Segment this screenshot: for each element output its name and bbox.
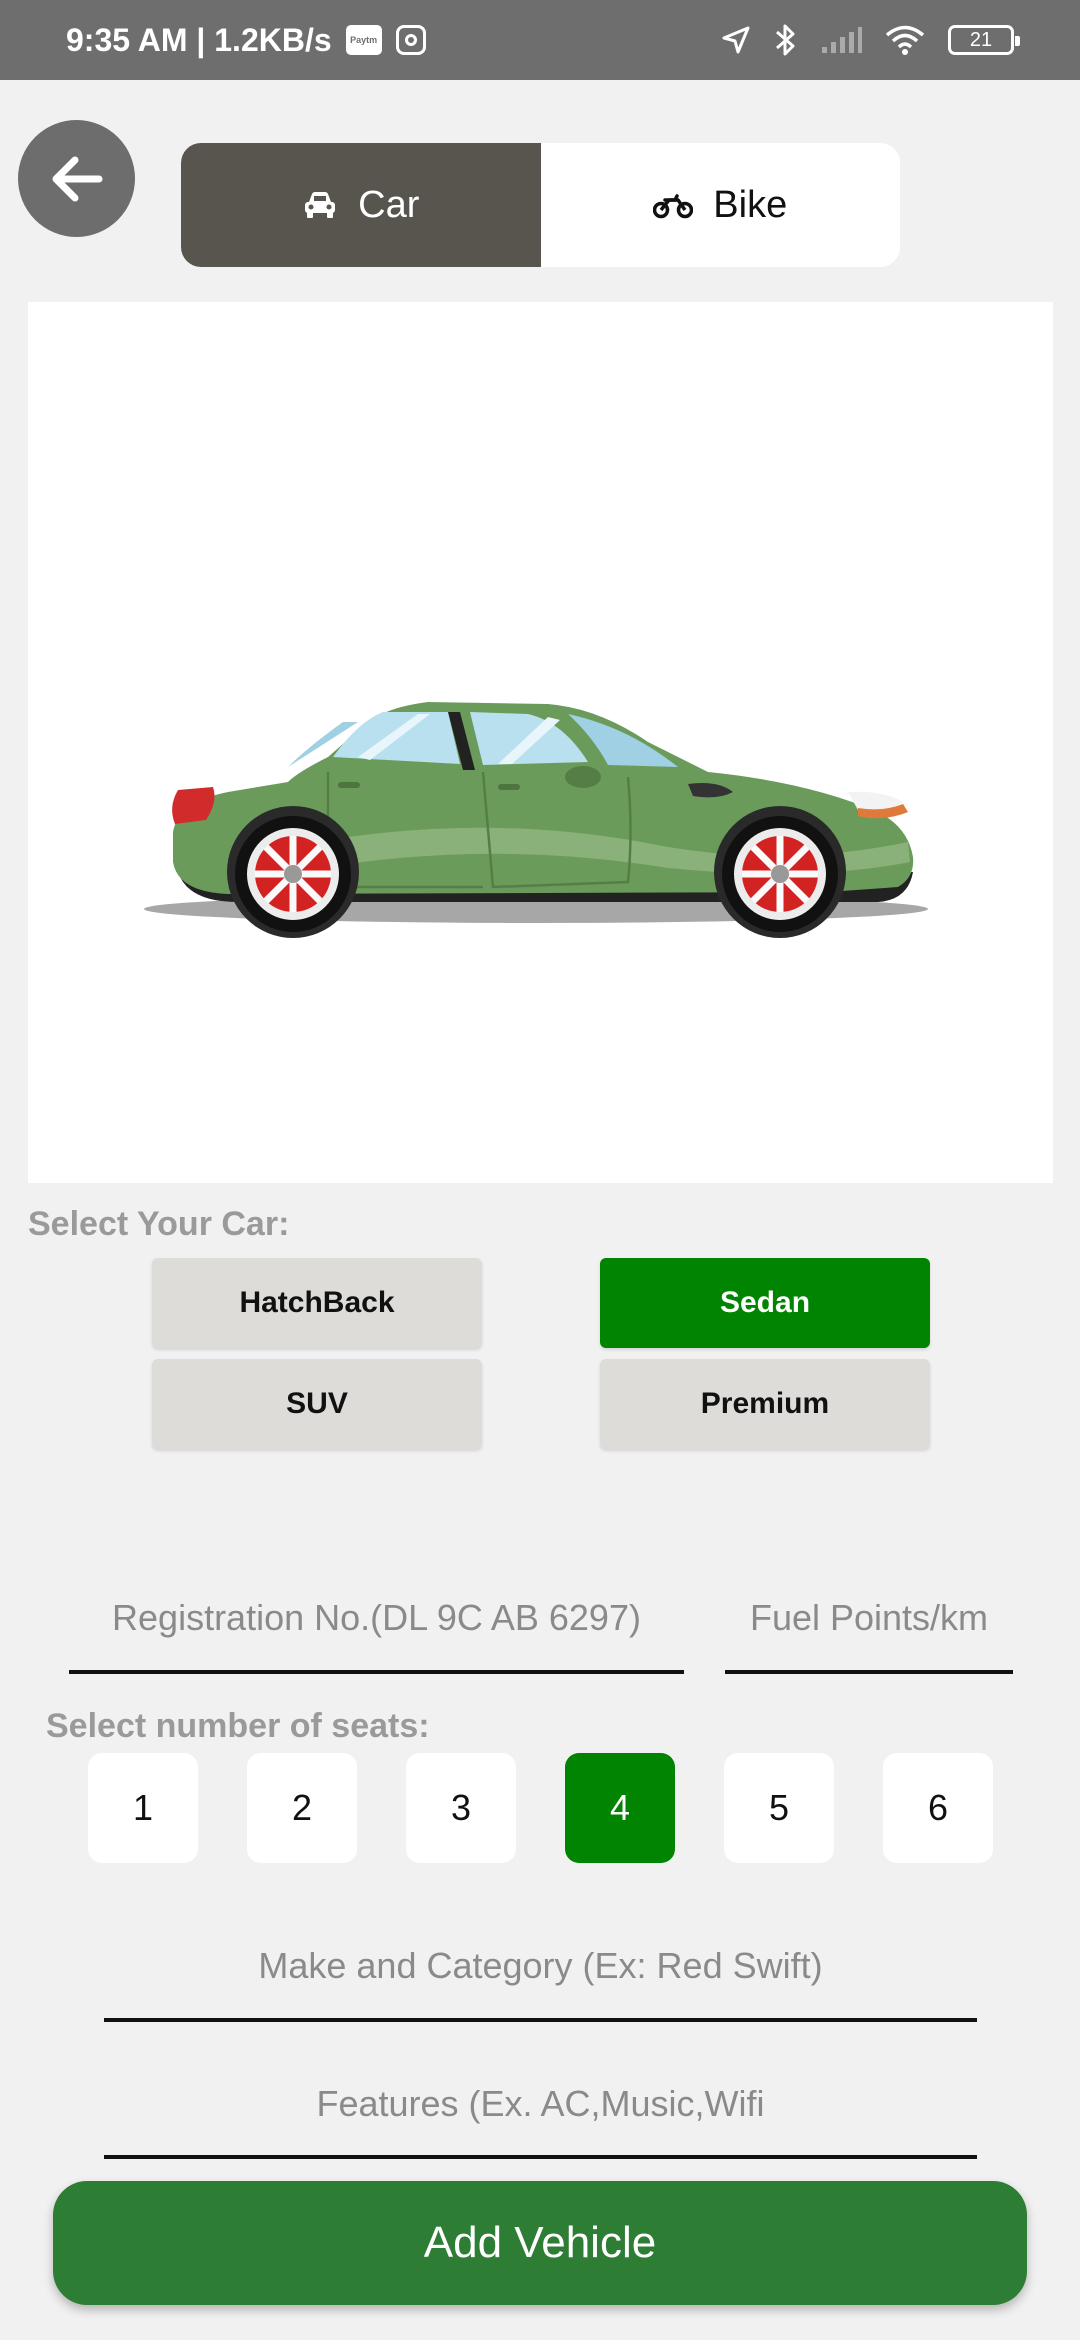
battery-level: 21 (969, 28, 993, 51)
wifi-icon (885, 25, 925, 55)
seats-label: Select number of seats: (46, 1707, 430, 1745)
tab-bike-label: Bike (713, 183, 788, 226)
select-car-label: Select Your Car: (28, 1205, 290, 1243)
seat-option-3[interactable]: 3 (406, 1753, 516, 1863)
seat-option-2[interactable]: 2 (247, 1753, 357, 1863)
features-field[interactable]: Features (Ex. AC,Music,Wifi (104, 2053, 977, 2159)
car-illustration (144, 702, 928, 938)
fuel-points-placeholder: Fuel Points/km (749, 1597, 989, 1638)
seat-option-1[interactable]: 1 (88, 1753, 198, 1863)
back-button[interactable] (18, 120, 135, 237)
tab-car[interactable]: Car (181, 143, 541, 267)
vehicle-type-toggle: Car Bike (181, 143, 900, 267)
seat-option-6[interactable]: 6 (883, 1753, 993, 1863)
premium-button[interactable]: Premium (600, 1359, 930, 1449)
sedan-button[interactable]: Sedan (600, 1258, 930, 1348)
signal-icon (822, 27, 862, 53)
features-placeholder: Features (Ex. AC,Music,Wifi (316, 2083, 765, 2124)
suv-button[interactable]: SUV (152, 1359, 482, 1449)
car-icon (305, 192, 336, 218)
arrow-left-icon (52, 156, 102, 201)
status-bar: 9:35 AM | 1.2KB/s Paytm 21 (0, 0, 1080, 80)
seat-option-4[interactable]: 4 (565, 1753, 675, 1863)
seat-option-5[interactable]: 5 (724, 1753, 834, 1863)
make-category-placeholder: Make and Category (Ex: Red Swift) (258, 1945, 823, 1986)
fuel-points-field[interactable]: Fuel Points/km (725, 1566, 1013, 1674)
registration-field[interactable]: Registration No.(DL 9C AB 6297) (69, 1566, 684, 1674)
tab-bike[interactable]: Bike (540, 143, 900, 267)
paytm-icon: Paytm (345, 25, 382, 55)
vehicle-image-panel (28, 302, 1053, 1183)
battery-icon: 21 (948, 25, 1020, 55)
tab-car-label: Car (358, 183, 420, 226)
instagram-icon (395, 25, 426, 55)
hatchback-button[interactable]: HatchBack (152, 1258, 482, 1348)
add-vehicle-button[interactable]: Add Vehicle (53, 2181, 1027, 2305)
registration-placeholder: Registration No.(DL 9C AB 6297) (112, 1597, 641, 1638)
status-time: 9:35 AM | 1.2KB/s (66, 21, 332, 58)
location-icon (722, 26, 750, 54)
make-category-field[interactable]: Make and Category (Ex: Red Swift) (104, 1914, 977, 2022)
motorcycle-icon (653, 194, 694, 219)
bluetooth-icon (776, 24, 795, 56)
